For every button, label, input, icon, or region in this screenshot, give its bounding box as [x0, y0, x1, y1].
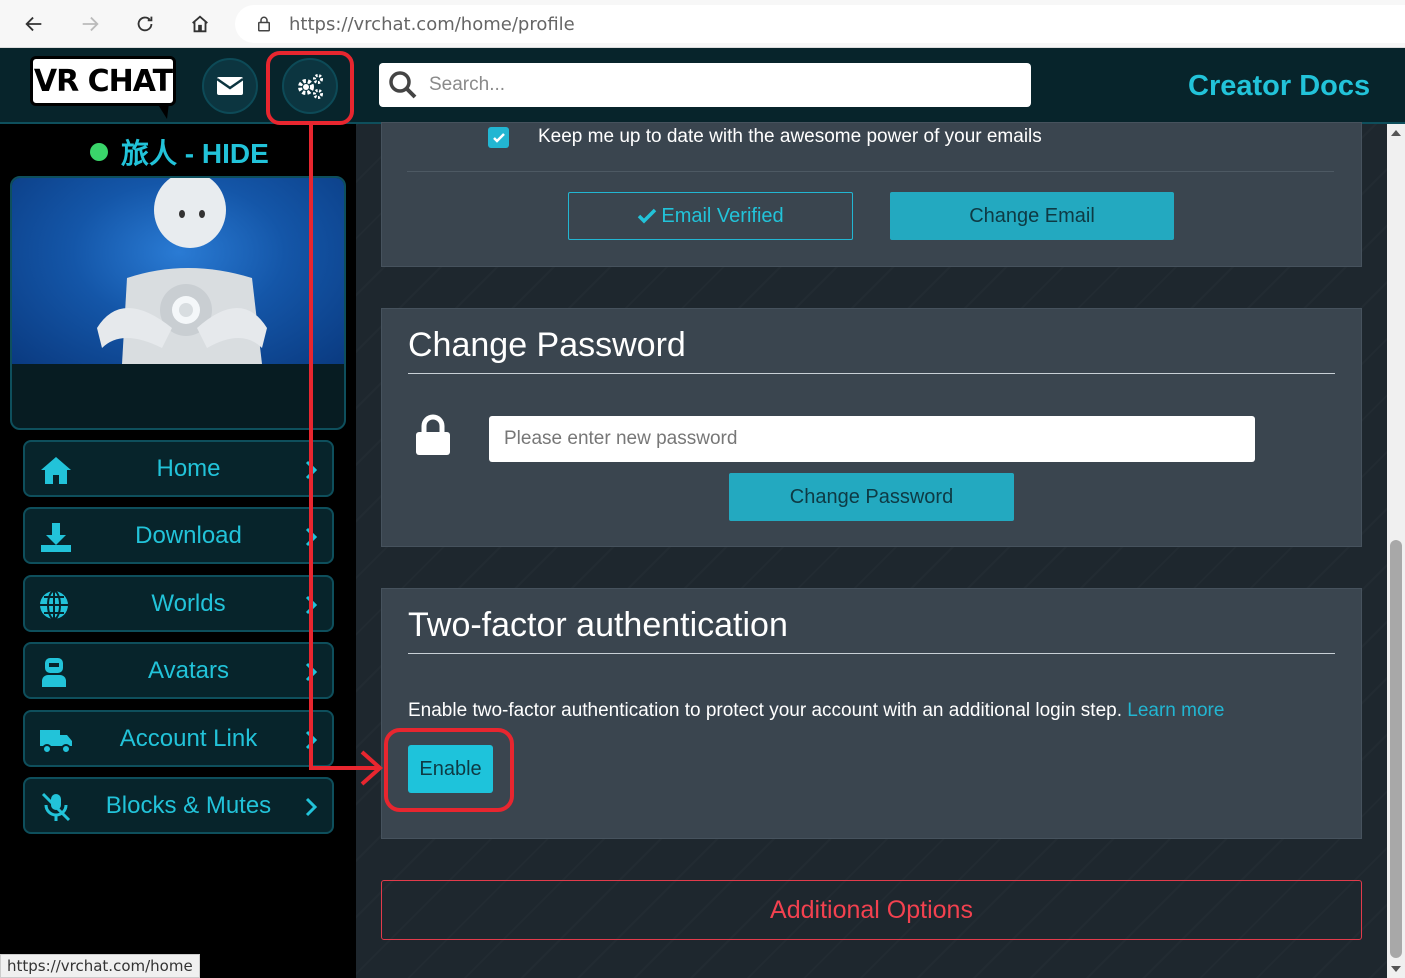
additional-options-label: Additional Options [770, 895, 973, 924]
additional-options-button[interactable]: Additional Options [381, 880, 1362, 940]
check-icon [638, 208, 657, 224]
sidebar-item-label: Home [156, 454, 221, 482]
scroll-down-arrow-icon[interactable] [1391, 966, 1401, 972]
house-icon [192, 15, 208, 33]
change-password-button[interactable]: Change Password [729, 473, 1014, 521]
page: https://vrchat.com/home/profile VR CHAT … [0, 0, 1405, 978]
username: 旅人 - HIDE [121, 138, 269, 169]
sidebar-item-worlds[interactable]: Worlds [23, 575, 334, 632]
chevron-right-icon [305, 730, 318, 750]
checkmark-icon [492, 132, 505, 143]
envelope-icon [216, 77, 244, 95]
forward-button[interactable] [72, 6, 108, 42]
chevron-right-icon [305, 460, 318, 480]
back-button[interactable] [16, 6, 52, 42]
robot-avatar-picture [97, 178, 267, 364]
main-content: Keep me up to date with the awesome powe… [356, 122, 1387, 978]
search-icon [389, 71, 417, 99]
avatar-icon [42, 658, 66, 687]
chevron-right-icon [305, 662, 318, 682]
status-bar-url: https://vrchat.com/home [0, 954, 200, 978]
chevron-right-icon [305, 527, 318, 547]
mute-icon [41, 792, 71, 822]
chevron-right-icon [305, 595, 318, 615]
email-verified-button[interactable]: Email Verified [568, 192, 853, 240]
email-updates-label: Keep me up to date with the awesome powe… [538, 126, 1042, 147]
messages-button[interactable] [202, 58, 258, 114]
sidebar-item-avatars[interactable]: Avatars [23, 642, 334, 699]
arrow-left-icon [25, 16, 42, 32]
user-display: 旅人 - HIDE [90, 132, 269, 172]
sidebar-item-label: Avatars [148, 656, 229, 684]
truck-icon [40, 730, 72, 754]
padlock-icon [258, 16, 270, 32]
sidebar-item-label: Download [135, 521, 242, 549]
creator-docs-link[interactable]: Creator Docs [1188, 70, 1370, 103]
chevron-right-icon [305, 797, 318, 817]
scroll-up-arrow-icon[interactable] [1391, 130, 1401, 136]
two-factor-panel: Two-factor authentication Enable two-fac… [381, 588, 1362, 839]
enable-label: Enable [419, 757, 482, 780]
address-bar[interactable]: https://vrchat.com/home/profile [235, 5, 1405, 43]
search-input[interactable] [429, 74, 1009, 96]
sidebar: 旅人 - HIDE Home Download Worlds Avatars A… [0, 124, 356, 978]
logo-text: VR CHAT [33, 63, 173, 99]
change-email-button[interactable]: Change Email [890, 192, 1174, 240]
globe-icon [40, 590, 68, 620]
scroll-thumb[interactable] [1390, 540, 1402, 958]
divider [408, 653, 1335, 654]
vrchat-logo[interactable]: VR CHAT [30, 56, 176, 119]
panel-title: Change Password [408, 326, 686, 364]
reload-icon [137, 16, 153, 32]
home-icon [41, 457, 71, 484]
email-verified-label: Email Verified [661, 204, 784, 227]
sidebar-item-home[interactable]: Home [23, 440, 334, 497]
lock-icon [416, 414, 450, 455]
download-icon [41, 523, 71, 552]
enable-two-factor-button[interactable]: Enable [408, 745, 493, 793]
sidebar-item-account-link[interactable]: Account Link [23, 710, 334, 767]
gears-icon [298, 74, 323, 99]
browser-toolbar: https://vrchat.com/home/profile [0, 0, 1405, 48]
sidebar-item-download[interactable]: Download [23, 507, 334, 564]
change-password-label: Change Password [789, 485, 954, 508]
sidebar-item-label: Account Link [119, 724, 258, 752]
arrow-right-icon [82, 16, 99, 32]
page-scrollbar[interactable] [1387, 124, 1405, 978]
divider [408, 373, 1335, 374]
learn-more-link[interactable]: Learn more [1127, 700, 1224, 721]
panel-title: Two-factor authentication [408, 606, 788, 644]
change-password-panel: Change Password Change Password [381, 308, 1362, 547]
new-password-input[interactable] [489, 416, 1255, 462]
online-status-dot [90, 143, 108, 161]
sidebar-item-label: Worlds [151, 589, 226, 617]
sidebar-item-blocks-mutes[interactable]: Blocks & Mutes [23, 777, 334, 834]
email-panel: Keep me up to date with the awesome powe… [381, 122, 1362, 267]
email-updates-checkbox[interactable] [488, 127, 509, 148]
divider [407, 171, 1334, 172]
avatar-card[interactable] [10, 176, 346, 430]
settings-button[interactable] [282, 58, 338, 114]
search-bar [379, 63, 1031, 107]
two-factor-text: Enable two-factor authentication to prot… [408, 700, 1122, 721]
sidebar-item-label: Blocks & Mutes [105, 791, 272, 819]
two-factor-description: Enable two-factor authentication to prot… [408, 700, 1224, 722]
url-text: https://vrchat.com/home/profile [289, 13, 575, 35]
home-browser-button[interactable] [182, 6, 218, 42]
reload-button[interactable] [127, 6, 163, 42]
site-header: VR CHAT Creator Docs [0, 48, 1405, 124]
change-email-label: Change Email [969, 204, 1095, 227]
avatar-image [12, 178, 344, 364]
